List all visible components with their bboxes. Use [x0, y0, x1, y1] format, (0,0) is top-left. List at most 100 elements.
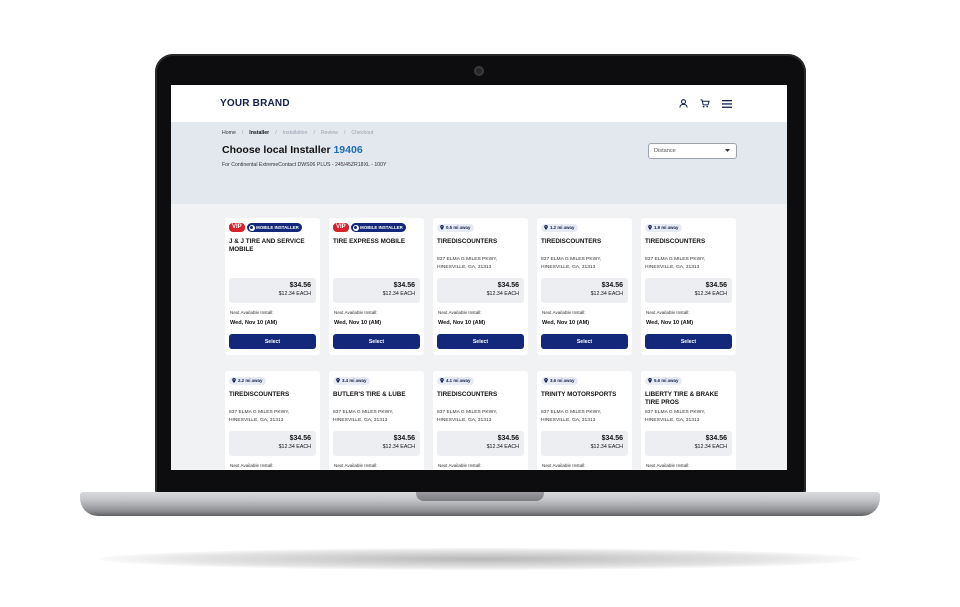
next-install-label: Next Available Install: [646, 310, 690, 315]
installer-card-5[interactable]: 1.9 mi away TIREDISCOUNTERS 837 ELMA G M… [641, 218, 736, 355]
total-price: $34.56 [393, 282, 415, 289]
breadcrumb-installer[interactable]: Installer [249, 130, 269, 136]
installer-card-1[interactable]: VIP MOBILE INSTALLER J & J TIRE AND SERVI… [225, 218, 320, 355]
total-price: $34.56 [289, 435, 311, 442]
price-box: $34.56 $12.34 EACH [333, 431, 420, 456]
price-box: $34.56 $12.34 EACH [437, 431, 524, 456]
address-line-2: HINESVILLE, GA, 31313 [229, 417, 284, 423]
distance-text: 0.5 mi away [446, 225, 471, 230]
card-badges: 0.5 mi away [437, 223, 524, 232]
unit-price: $12.34 EACH [278, 444, 311, 450]
cart-icon[interactable] [700, 99, 710, 108]
installer-card-6[interactable]: 2.2 mi away TIREDISCOUNTERS 837 ELMA G M… [225, 371, 320, 470]
select-button[interactable]: Select [541, 334, 628, 349]
installer-address: 837 ELMA G MILES PKWY, HINESVILLE, GA, 3… [229, 409, 316, 424]
installer-card-3[interactable]: 0.5 mi away TIREDISCOUNTERS 837 ELMA G M… [433, 218, 528, 355]
mobile-icon [352, 224, 359, 231]
distance-badge: 0.5 mi away [437, 223, 475, 232]
menu-icon[interactable] [722, 99, 732, 108]
installer-address: 837 ELMA G MILES PKWY, HINESVILLE, GA, 3… [437, 256, 524, 271]
installer-address: 837 ELMA G MILES PKWY, HINESVILLE, GA, 3… [333, 409, 420, 424]
card-badges: 3.4 mi away [333, 376, 420, 385]
next-install-label: Next Available Install: [230, 310, 274, 315]
card-badges: 4.1 mi away [437, 376, 524, 385]
breadcrumb-review: Review [320, 130, 338, 136]
total-price: $34.56 [601, 435, 623, 442]
unit-price: $12.34 EACH [382, 291, 415, 297]
distance-text: 2.2 mi away [238, 378, 263, 383]
address-line-1: 837 ELMA G MILES PKWY, [437, 410, 498, 415]
next-install-date: Wed, Nov 10 (AM) [230, 320, 278, 326]
price-box: $34.56 $12.34 EACH [541, 278, 628, 303]
card-badges: 1.2 mi away [541, 223, 628, 232]
distance-text: 5.6 mi away [654, 378, 679, 383]
next-install-label: Next Available Install: [438, 310, 482, 315]
price-box: $34.56 $12.34 EACH [645, 278, 732, 303]
distance-badge: 1.2 mi away [541, 223, 579, 232]
next-install-label: Next Available Install: [334, 310, 378, 315]
laptop-shadow [100, 548, 860, 570]
total-price: $34.56 [289, 282, 311, 289]
distance-text: 1.2 mi away [550, 225, 575, 230]
mobile-installer-badge: MOBILE INSTALLER [350, 223, 406, 232]
select-button[interactable]: Select [645, 334, 732, 349]
card-badges: 2.2 mi away [229, 376, 316, 385]
next-install-label: Next Available Install: [334, 463, 378, 468]
distance-badge: 2.2 mi away [229, 376, 267, 385]
address-line-2: HINESVILLE, GA, 31313 [437, 264, 492, 270]
address-line-2: HINESVILLE, GA, 31313 [645, 264, 700, 270]
installer-card-9[interactable]: 3.6 mi away TRINITY MOTORSPORTS 837 ELMA… [537, 371, 632, 470]
location-pin-icon [336, 377, 340, 384]
brand-logo[interactable]: YOUR BRAND [220, 98, 290, 109]
price-box: $34.56 $12.34 EACH [541, 431, 628, 456]
address-line-2: HINESVILLE, GA, 31313 [541, 417, 596, 423]
select-button[interactable]: Select [437, 334, 524, 349]
total-price: $34.56 [497, 435, 519, 442]
mobile-installer-label: MOBILE INSTALLER [360, 225, 403, 230]
installer-address: 837 ELMA G MILES PKWY, HINESVILLE, GA, 3… [437, 409, 524, 424]
sort-value: Distance [654, 148, 676, 154]
user-icon[interactable] [679, 99, 688, 108]
distance-text: 3.6 mi away [550, 378, 575, 383]
installer-address: 837 ELMA G MILES PKWY, HINESVILLE, GA, 3… [541, 409, 628, 424]
installer-card-4[interactable]: 1.2 mi away TIREDISCOUNTERS 837 ELMA G M… [537, 218, 632, 355]
vip-badge: VIP [333, 223, 349, 232]
location-pin-icon [544, 224, 548, 231]
select-button[interactable]: Select [333, 334, 420, 349]
distance-text: 3.4 mi away [342, 378, 367, 383]
card-badges: 3.6 mi away [541, 376, 628, 385]
installer-address: 837 ELMA G MILES PKWY, HINESVILLE, GA, 3… [541, 256, 628, 271]
total-price: $34.56 [393, 435, 415, 442]
price-box: $34.56 $12.34 EACH [229, 431, 316, 456]
laptop-notch [416, 492, 544, 501]
screen: YOUR BRAND Home / Installer / Installation… [171, 85, 787, 470]
unit-price: $12.34 EACH [590, 291, 623, 297]
card-badges: 1.9 mi away [645, 223, 732, 232]
installer-address: 837 ELMA G MILES PKWY, HINESVILLE, GA, 3… [645, 409, 732, 424]
installer-name: LIBERTY TIRE & BRAKE TIRE PROS [645, 391, 719, 407]
sort-dropdown[interactable]: Distance [648, 143, 737, 159]
page-subtitle: For Continental ExtremeContact DWS06 PLU… [222, 162, 387, 168]
address-line-1: 837 ELMA G MILES PKWY, [437, 257, 498, 262]
address-line-2: HINESVILLE, GA, 31313 [333, 417, 388, 423]
installer-card-2[interactable]: VIP MOBILE INSTALLER TIRE EXPRESS MOBILE … [329, 218, 424, 355]
card-badges: VIP MOBILE INSTALLER [229, 223, 316, 232]
next-install-date: Wed, Nov 10 (AM) [438, 320, 486, 326]
breadcrumb-home[interactable]: Home [222, 130, 236, 136]
installer-card-7[interactable]: 3.4 mi away BUTLER'S TIRE & LUBE 837 ELM… [329, 371, 424, 470]
installer-address: 837 ELMA G MILES PKWY, HINESVILLE, GA, 3… [645, 256, 732, 271]
total-price: $34.56 [601, 282, 623, 289]
unit-price: $12.34 EACH [278, 291, 311, 297]
next-install-label: Next Available Install: [230, 463, 274, 468]
installer-name: TRINITY MOTORSPORTS [541, 391, 617, 398]
total-price: $34.56 [705, 282, 727, 289]
mobile-icon [248, 224, 255, 231]
select-button[interactable]: Select [229, 334, 316, 349]
unit-price: $12.34 EACH [694, 444, 727, 450]
installer-name: TIREDISCOUNTERS [645, 238, 706, 245]
breadcrumb: Home / Installer / Installation / Review / C… [222, 130, 374, 136]
next-install-label: Next Available Install: [646, 463, 690, 468]
installer-card-10[interactable]: 5.6 mi away LIBERTY TIRE & BRAKE TIRE PR… [641, 371, 736, 470]
installer-card-8[interactable]: 4.1 mi away TIREDISCOUNTERS 837 ELMA G M… [433, 371, 528, 470]
page-header: Home / Installer / Installation / Review / C… [171, 122, 787, 204]
